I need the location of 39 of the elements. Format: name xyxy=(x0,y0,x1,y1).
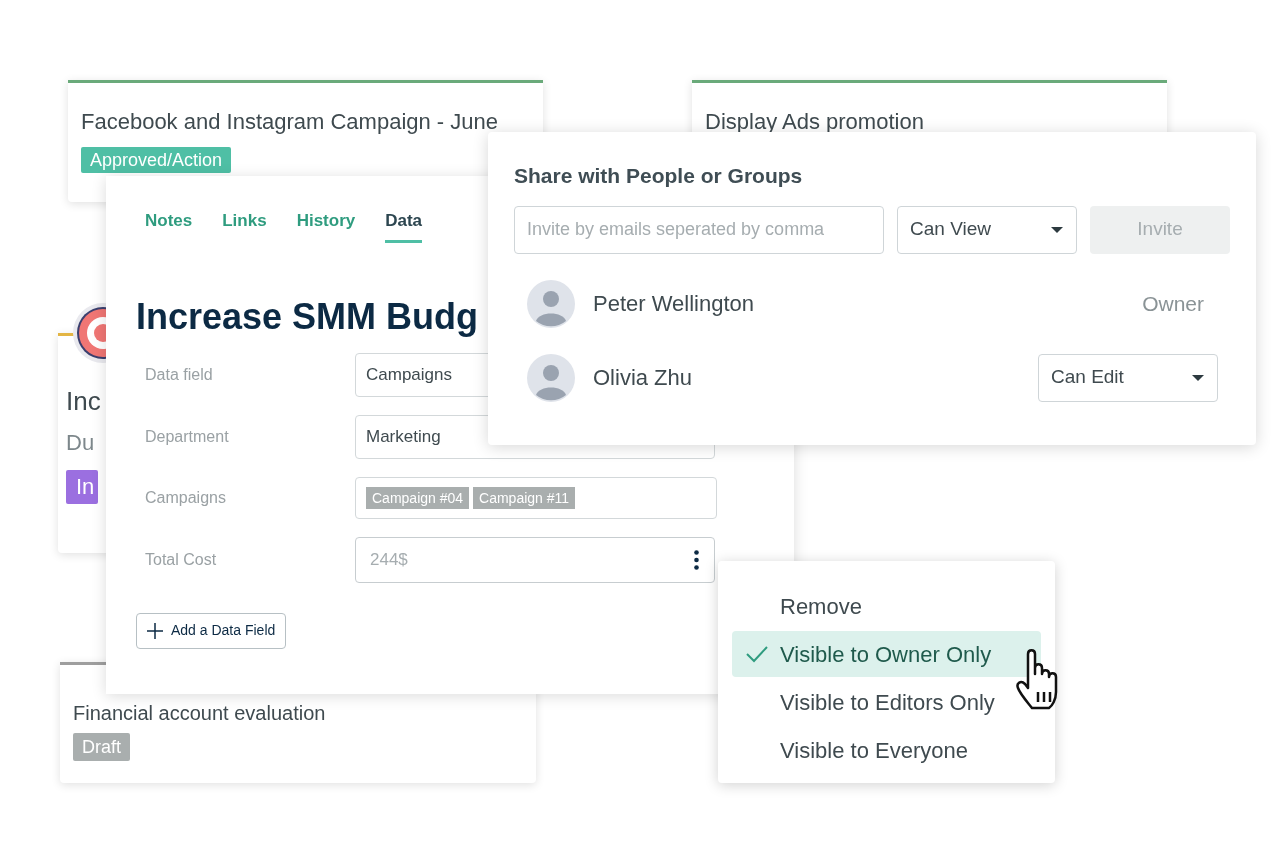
plus-icon xyxy=(147,622,163,639)
card-title: Financial account evaluation xyxy=(73,701,326,725)
card-title: Facebook and Instagram Campaign - June xyxy=(81,109,498,135)
page-title: Increase SMM Budg xyxy=(136,294,479,339)
more-icon[interactable] xyxy=(694,549,699,570)
person-name: Peter Wellington xyxy=(593,290,754,318)
card-title: Inc xyxy=(66,386,101,416)
role-label: Owner xyxy=(1142,290,1205,317)
status-badge: Draft xyxy=(73,733,130,761)
card-title: Display Ads promotion xyxy=(705,109,924,135)
tag: Campaign #11 xyxy=(473,486,576,509)
status-badge: Approved/Action xyxy=(81,147,232,173)
input-field[interactable]: 244$ xyxy=(355,536,715,583)
menu-item[interactable]: Visible to Everyone xyxy=(732,727,1041,773)
menu-item-label: Visible to Everyone xyxy=(780,736,968,765)
field-label: Campaigns xyxy=(145,487,227,508)
menu-item-label: Visible to Editors Only xyxy=(780,688,995,717)
card-subtitle: Du xyxy=(66,430,95,456)
permission-select[interactable]: Can View xyxy=(897,205,1077,254)
caret-icon xyxy=(1191,373,1205,382)
avatar-icon xyxy=(527,353,575,402)
person-name: Olivia Zhu xyxy=(593,364,693,392)
field-label: Total Cost xyxy=(145,549,218,570)
role-select[interactable]: Can Edit xyxy=(1038,353,1218,402)
caret-icon xyxy=(1050,225,1064,234)
tab[interactable]: Data xyxy=(385,208,423,243)
invite-field[interactable]: Invite by emails seperated by comma xyxy=(514,205,884,254)
field-label: Data field xyxy=(145,364,214,385)
dialog-title: Share with People or Groups xyxy=(514,163,803,189)
status-badge: In xyxy=(66,470,99,504)
menu-item[interactable]: Remove xyxy=(732,583,1041,629)
check-icon xyxy=(745,645,769,663)
menu-item[interactable]: Visible to Owner Only xyxy=(732,631,1041,677)
field-label: Department xyxy=(145,426,230,447)
avatar-icon xyxy=(527,279,575,328)
menu-item-label: Visible to Owner Only xyxy=(780,640,992,669)
tag: Campaign #04 xyxy=(366,486,470,509)
menu-item-label: Remove xyxy=(780,592,862,621)
add-field-button[interactable]: Add a Data Field xyxy=(136,612,287,649)
